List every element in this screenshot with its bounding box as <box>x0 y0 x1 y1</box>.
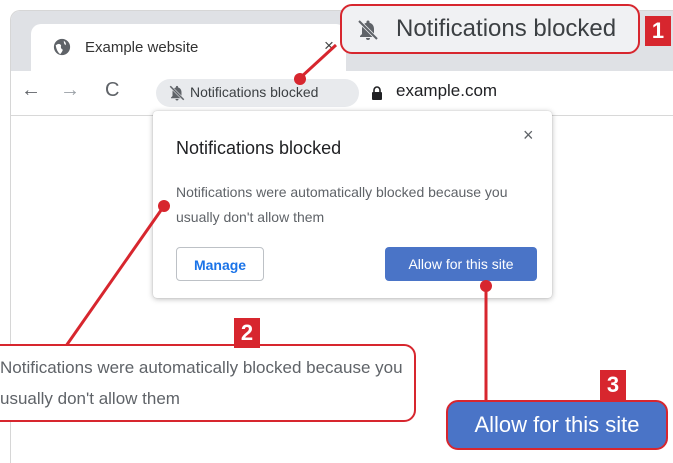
callout-badge: 1 <box>645 16 671 46</box>
callout-badge: 2 <box>234 318 260 348</box>
chip-label: Notifications blocked <box>190 84 319 100</box>
callout-text: Notifications blocked <box>396 15 617 42</box>
manage-button[interactable]: Manage <box>176 247 264 281</box>
callout-text: Notifications were automatically blocked… <box>0 358 403 408</box>
forward-button[interactable]: → <box>60 79 80 102</box>
close-icon[interactable]: × <box>324 36 334 56</box>
allow-for-this-site-button[interactable]: Allow for this site <box>385 247 537 281</box>
popup-title: Notifications blocked <box>176 138 342 158</box>
bell-off-icon <box>357 19 379 41</box>
globe-icon <box>53 38 71 56</box>
notifications-popup: Notifications blocked × Notifications we… <box>153 111 552 298</box>
notifications-blocked-chip[interactable]: Notifications blocked <box>156 79 359 107</box>
tab-title: Example website <box>85 39 199 56</box>
url-field[interactable]: example.com <box>396 81 497 101</box>
toolbar: ← → C Notifications blocked example.com <box>11 71 673 116</box>
close-icon[interactable]: × <box>523 125 534 146</box>
callout-notifications-blocked: Notifications blocked <box>340 4 640 54</box>
back-button[interactable]: ← <box>21 79 41 102</box>
callout-badge: 3 <box>600 370 626 400</box>
reload-button[interactable]: C <box>105 79 119 102</box>
popup-message: Notifications were automatically blocked… <box>176 184 508 225</box>
bell-off-icon <box>169 85 185 101</box>
callout-text: Allow for this site <box>474 412 640 437</box>
callout-message: Notifications were automatically blocked… <box>0 344 416 422</box>
lock-icon[interactable] <box>371 86 383 100</box>
tab-example-website[interactable]: Example website × <box>31 24 346 71</box>
callout-allow-button: Allow for this site <box>446 400 668 450</box>
